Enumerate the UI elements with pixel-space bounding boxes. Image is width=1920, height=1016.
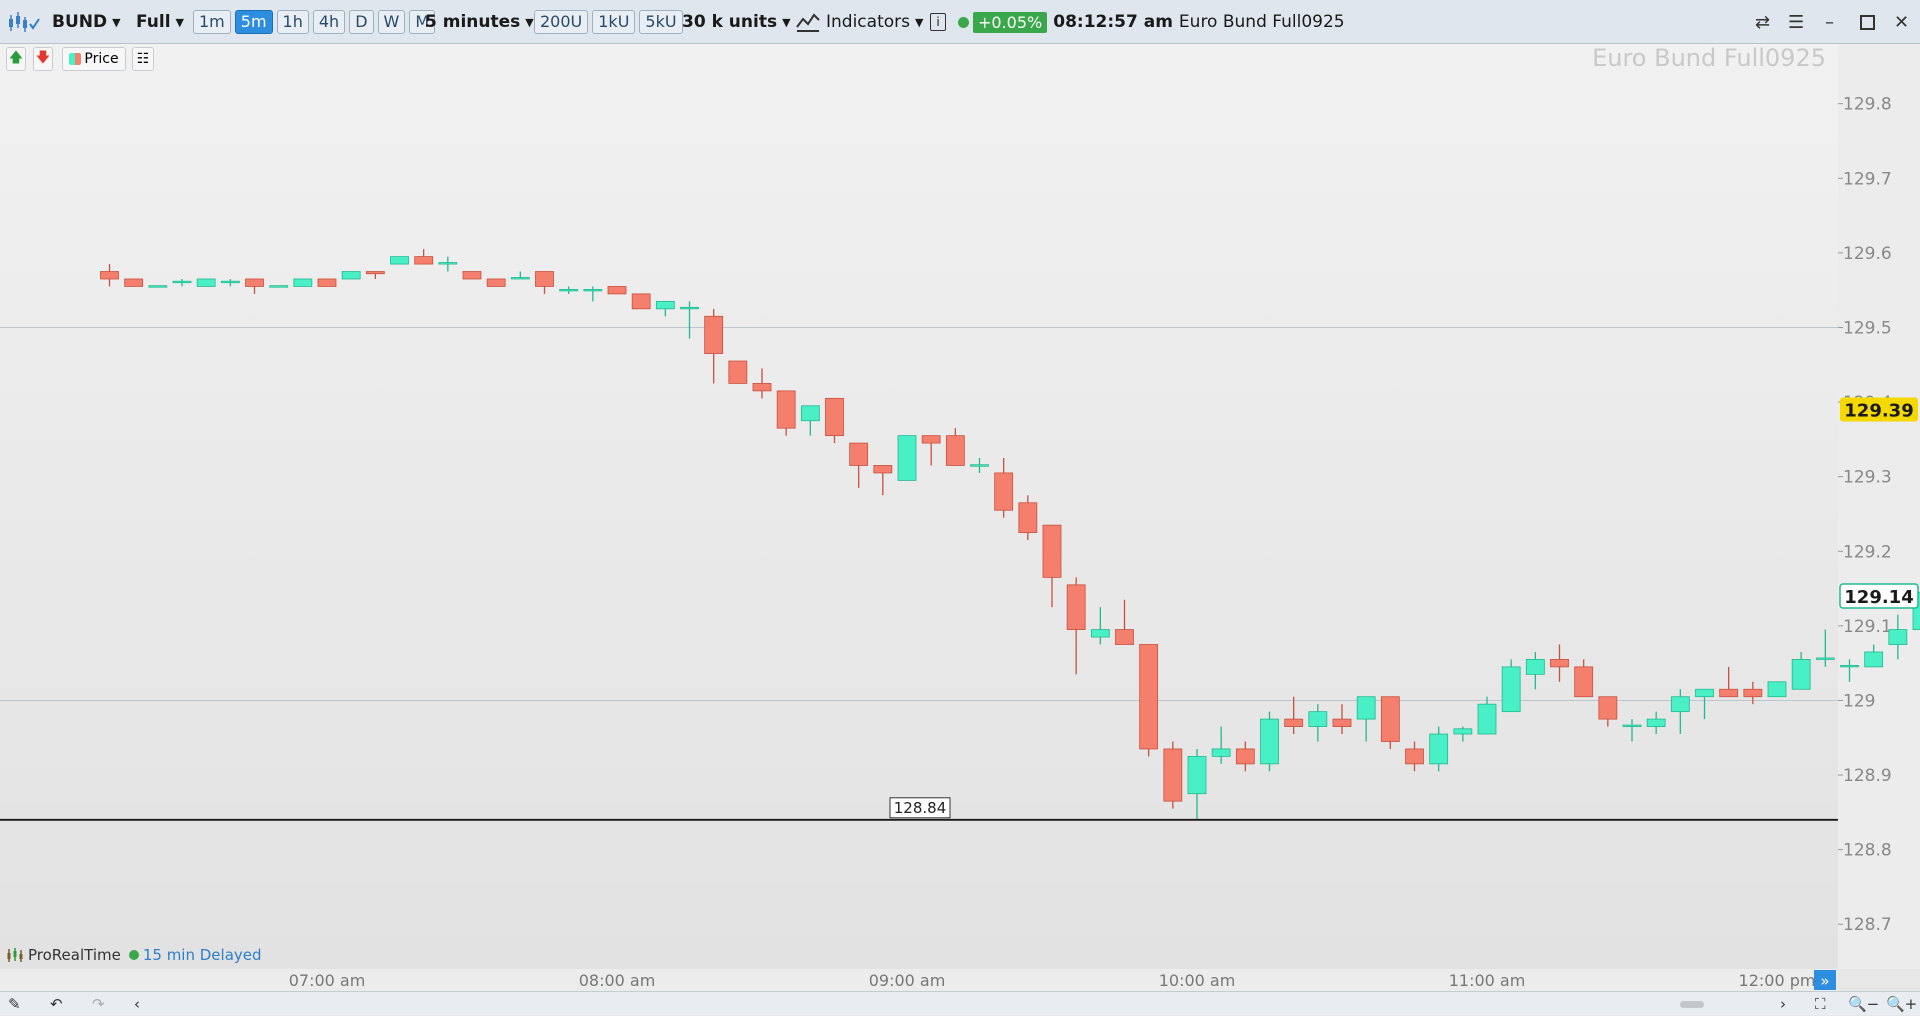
unit-button-5ku[interactable]: 5kU (639, 10, 683, 34)
draw-tool-button[interactable]: ✎ (8, 992, 21, 1016)
change-badge: +0.05% (973, 11, 1048, 33)
symbol-label: BUND (52, 12, 108, 32)
redo-icon: ↷ (92, 995, 105, 1013)
chevron-down-icon: ▼ (782, 15, 791, 29)
units-selector[interactable]: 30 k units ▼ (682, 0, 791, 44)
timeframe-4h[interactable]: 4h (312, 10, 346, 34)
chevron-down-icon: ▼ (175, 15, 184, 29)
undo-icon: ↶ (50, 995, 63, 1013)
scroll-left-button[interactable]: ‹ (134, 992, 140, 1016)
zoom-out-icon: 🔍− (1848, 995, 1880, 1013)
sync-icon: ⇄ (1755, 11, 1771, 33)
instrument-name: Euro Bund Full0925 (1178, 12, 1345, 32)
price-series-button[interactable]: Price (62, 47, 126, 71)
close-button[interactable]: ✕ (1894, 0, 1909, 44)
list-icon: ☷ (136, 51, 150, 67)
unit-button-200u[interactable]: 200U (534, 10, 589, 34)
interval-label: 5 minutes (425, 12, 521, 32)
chevron-right-icon: › (1780, 995, 1786, 1013)
sell-button[interactable]: 🡇 (33, 47, 53, 71)
sync-button[interactable]: ⇄ (1755, 0, 1770, 44)
info-button[interactable]: i (930, 0, 946, 44)
price-series-label: Price (84, 51, 119, 67)
brand-name: ProRealTime (28, 946, 121, 964)
undo-button[interactable]: ↶ (50, 992, 63, 1016)
chart-watermark: Euro Bund Full0925 (1592, 44, 1826, 72)
indicators-icon (796, 13, 820, 32)
scrollbar-thumb[interactable] (1680, 1001, 1704, 1008)
timeframe-w[interactable]: W (377, 10, 406, 34)
units-label: 30 k units (682, 12, 778, 32)
maximize-icon (1860, 14, 1875, 30)
zoom-in-icon: 🔍+ (1886, 995, 1918, 1013)
arrow-up-icon: 🡅 (8, 50, 24, 66)
timeframe-1m[interactable]: 1m (193, 10, 231, 34)
info-icon: i (930, 13, 946, 31)
mode-label: Full (136, 12, 171, 32)
delayed-status-icon (128, 950, 139, 960)
chevron-left-icon: ‹ (134, 995, 140, 1013)
brand-logo-icon (7, 948, 23, 962)
price-series-icon (69, 53, 82, 65)
fit-screen-button[interactable]: ⛶ (1815, 992, 1826, 1016)
buy-button[interactable]: 🡅 (6, 47, 26, 71)
unit-button-1ku[interactable]: 1kU (592, 10, 636, 34)
candles-icon (9, 12, 40, 32)
pencil-icon: ✎ (8, 995, 21, 1013)
timeframe-buttons: 1m 5m 1h 4h D W M (193, 0, 439, 44)
arrow-down-icon: 🡇 (35, 50, 51, 66)
close-icon: ✕ (1894, 11, 1910, 33)
objects-list-button[interactable]: ☷ (132, 47, 154, 71)
bottom-toolbar: ✎ ↶ ↷ ‹ › ⛶ 🔍− 🔍+ (0, 991, 1920, 1015)
hamburger-menu-icon: ☰ (1788, 11, 1805, 33)
chevron-down-icon: ▼ (525, 15, 534, 29)
horizontal-scrollbar[interactable] (1680, 992, 1704, 1016)
menu-button[interactable]: ☰ (1788, 0, 1804, 44)
live-status-icon (958, 16, 969, 28)
chart-footer: ProRealTime 15 min Delayed (6, 946, 262, 964)
data-delay-status: 15 min Delayed (142, 946, 262, 964)
clock-time: 08:12:57 am (1053, 12, 1173, 32)
price-status: +0.05% 08:12:57 am Euro Bund Full0925 (958, 0, 1345, 44)
instrument-selector[interactable]: BUND ▼ (6, 0, 121, 44)
chart-plot-area[interactable] (0, 44, 1838, 969)
chevron-down-icon: ▼ (914, 15, 924, 29)
timeframe-5m[interactable]: 5m (234, 10, 273, 34)
chevron-down-icon: ▼ (112, 15, 121, 29)
indicators-menu[interactable]: Indicators ▼ (796, 0, 923, 44)
fit-screen-icon: ⛶ (1815, 995, 1826, 1013)
mode-selector[interactable]: Full ▼ (136, 0, 184, 44)
top-toolbar: BUND ▼ Full ▼ 1m 5m 1h 4h D W M 5 minute… (0, 0, 1920, 44)
timeframe-d[interactable]: D (349, 10, 374, 34)
indicators-label: Indicators (826, 12, 910, 32)
interval-selector[interactable]: 5 minutes ▼ (425, 0, 534, 44)
time-axis[interactable] (0, 969, 1838, 991)
maximize-button[interactable] (1860, 0, 1875, 44)
minimize-button[interactable]: – (1825, 0, 1834, 44)
unit-buttons: 200U 1kU 5kU (534, 0, 687, 44)
zoom-out-button[interactable]: 🔍− (1848, 992, 1879, 1016)
scroll-right-button[interactable]: › (1780, 992, 1786, 1016)
zoom-in-button[interactable]: 🔍+ (1886, 992, 1917, 1016)
timeframe-1h[interactable]: 1h (276, 10, 309, 34)
redo-button[interactable]: ↷ (92, 992, 105, 1016)
minimize-icon: – (1825, 11, 1834, 33)
price-axis[interactable] (1838, 44, 1920, 969)
